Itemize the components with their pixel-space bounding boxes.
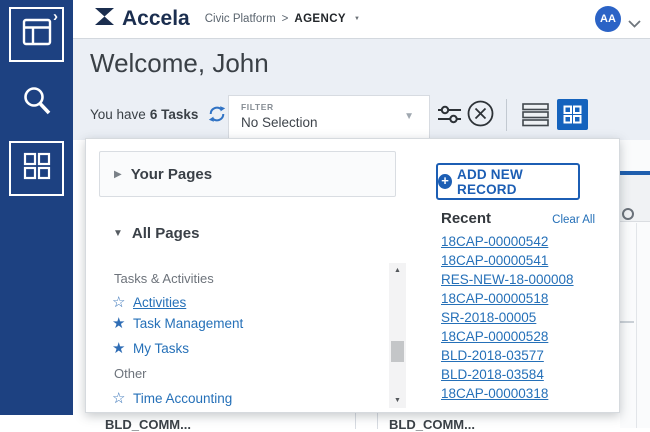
scroll-down-icon[interactable]: ▼ <box>389 397 406 404</box>
all-pages-toggle[interactable]: ▼ All Pages <box>113 225 199 242</box>
recent-record-link[interactable]: 18CAP-00000541 <box>441 251 574 270</box>
breadcrumb-platform[interactable]: Civic Platform <box>205 13 276 25</box>
grid-view-button[interactable] <box>557 99 588 130</box>
recent-record-link[interactable]: BLD-2018-03577 <box>441 346 574 365</box>
accela-logo-mark-icon <box>93 7 116 31</box>
clear-all-link[interactable]: Clear All <box>552 214 595 226</box>
nav-item-task-management[interactable]: ★ Task Management <box>112 312 243 334</box>
nav-item-label[interactable]: My Tasks <box>133 341 189 356</box>
scroll-up-icon[interactable]: ▲ <box>389 267 406 274</box>
star-filled-icon[interactable]: ★ <box>112 314 133 332</box>
recent-section-header: Recent Clear All <box>441 210 595 227</box>
recent-record-link[interactable]: SR-2018-00005 <box>441 308 574 327</box>
star-outline-icon[interactable]: ☆ <box>112 389 133 407</box>
recent-record-link[interactable]: 18CAP-00000542 <box>441 232 574 251</box>
recent-record-link[interactable]: 18CAP-00000518 <box>441 289 574 308</box>
refresh-icon[interactable] <box>208 105 226 126</box>
search-icon <box>21 105 53 122</box>
list-view-icon <box>522 102 550 128</box>
top-header: Accela Civic Platform > AGENCY ▼ AA <box>73 0 650 39</box>
star-filled-icon[interactable]: ★ <box>112 339 133 357</box>
collapsed-triangle-icon: ▶ <box>114 169 122 180</box>
breadcrumb-separator: > <box>282 13 289 25</box>
tasks-summary-prefix: You have <box>90 107 146 122</box>
your-pages-toggle[interactable]: ▶ Your Pages <box>99 151 396 197</box>
clear-filter-button[interactable] <box>466 99 495 133</box>
page-title: Welcome, John <box>90 48 269 79</box>
tasks-summary: You have 6 Tasks <box>90 103 226 126</box>
recent-record-link[interactable]: BLD-2018-03584 <box>441 365 574 384</box>
filter-settings-button[interactable] <box>436 101 463 133</box>
user-avatar[interactable]: AA <box>595 6 621 32</box>
scrollbar-thumb[interactable] <box>391 341 404 362</box>
recent-record-link[interactable]: RES-NEW-18-000008 <box>441 270 574 289</box>
star-outline-icon[interactable]: ☆ <box>112 293 133 311</box>
nav-item-time-accounting[interactable]: ☆ Time Accounting <box>112 387 232 409</box>
nav-item-label[interactable]: Task Management <box>133 316 243 331</box>
background-card-border <box>636 223 637 428</box>
window-layout-icon <box>22 18 52 51</box>
brand-name: Accela <box>122 7 190 31</box>
agency-caret-icon[interactable]: ▼ <box>354 16 360 22</box>
plus-circle-icon: + <box>438 174 452 189</box>
nav-item-label[interactable]: Activities <box>133 295 186 310</box>
background-card-ring-icon <box>622 208 634 220</box>
sidebar-item-search[interactable] <box>21 84 53 118</box>
panel-scrollbar[interactable]: ▲ ▼ <box>389 263 406 408</box>
background-card-title: BLD_COMM... <box>105 417 191 432</box>
nav-group-label: Tasks & Activities <box>114 271 214 286</box>
background-card-title: BLD_COMM... <box>389 417 475 432</box>
breadcrumb-agency[interactable]: AGENCY <box>294 13 346 25</box>
x-circle-icon <box>466 99 495 128</box>
filter-selected-value: No Selection <box>241 115 318 130</box>
nav-group-label: Other <box>114 366 147 381</box>
grid-launcher-icon <box>22 151 52 186</box>
nav-item-label[interactable]: Time Accounting <box>133 391 232 406</box>
background-card: BLD_COMM... <box>377 413 620 429</box>
recent-title: Recent <box>441 210 491 227</box>
welcome-band: Welcome, John You have 6 Tasks FILTER No… <box>73 39 650 140</box>
account-chevron-down-icon[interactable] <box>628 15 641 33</box>
add-new-record-label: ADD NEW RECORD <box>457 167 578 197</box>
grid-view-icon <box>563 105 582 124</box>
nav-item-activities[interactable]: ☆ Activities <box>112 291 186 313</box>
background-page-strip <box>620 140 650 428</box>
add-new-record-button[interactable]: + ADD NEW RECORD <box>436 163 580 200</box>
background-scrollbar-thumb <box>620 321 634 323</box>
tasks-summary-count: 6 Tasks <box>150 107 199 122</box>
recent-records-list: 18CAP-00000542 18CAP-00000541 RES-NEW-18… <box>441 232 574 403</box>
nav-item-my-tasks[interactable]: ★ My Tasks <box>112 337 189 359</box>
recent-record-link[interactable]: 18CAP-00000318 <box>441 384 574 403</box>
recent-record-link[interactable]: 18CAP-00000528 <box>441 327 574 346</box>
filter-dropdown[interactable]: FILTER No Selection ▼ <box>228 95 430 142</box>
toolbar-divider <box>506 99 507 131</box>
sidebar-item-dashboard[interactable]: › <box>9 7 64 62</box>
background-card: BLD_COMM... <box>88 413 356 429</box>
your-pages-label: Your Pages <box>131 166 212 183</box>
sidebar-item-launcher[interactable] <box>9 141 64 196</box>
all-pages-label: All Pages <box>132 225 200 242</box>
sliders-icon <box>436 101 463 128</box>
sidebar: › <box>0 0 73 415</box>
breadcrumb: Civic Platform > AGENCY ▼ <box>205 13 360 25</box>
accela-logo: Accela <box>93 7 190 31</box>
pages-launcher-panel: ▶ Your Pages ▼ All Pages Tasks & Activit… <box>85 138 620 413</box>
list-view-button[interactable] <box>522 102 550 133</box>
filter-caret-icon[interactable]: ▼ <box>404 111 414 122</box>
expanded-triangle-icon: ▼ <box>113 228 123 239</box>
sidebar-expand-chevron-icon[interactable]: › <box>53 8 58 25</box>
filter-label: FILTER <box>241 102 274 112</box>
